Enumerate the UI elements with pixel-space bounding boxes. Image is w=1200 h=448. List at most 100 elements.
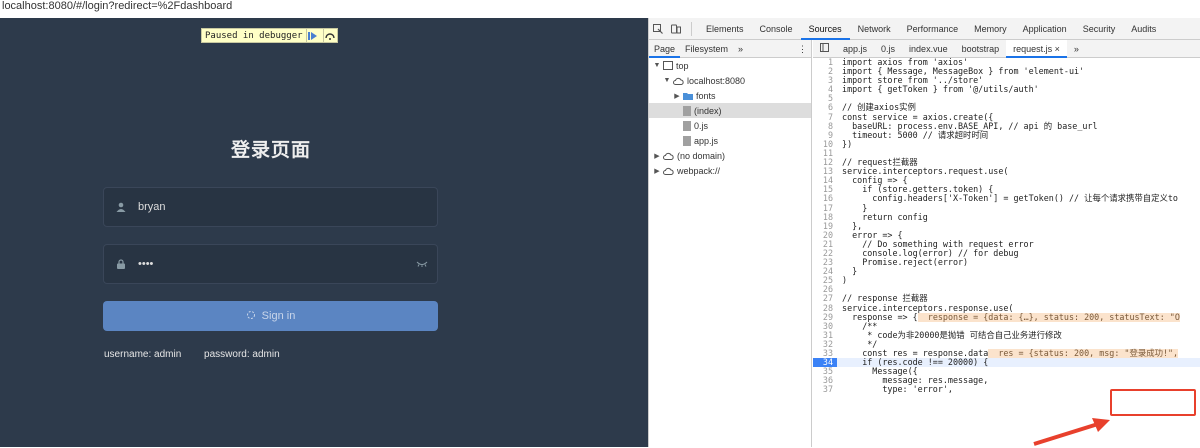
annotation-arrow-icon [1033,418,1110,446]
frame-icon [663,61,673,70]
more-files-button[interactable]: » [1067,40,1086,58]
password-value[interactable]: •••• [138,258,407,270]
tab-audits[interactable]: Audits [1123,18,1164,40]
editor-pane: app.js 0.js index.vue bootstrap request.… [813,39,1200,447]
devtools-toolbar: Elements Console Sources Network Perform… [649,18,1200,40]
code-line[interactable]: 24 } [813,267,1200,277]
navigator-pane: Page Filesystem » ⋮ ▼ top ▼ localhost:8080 ▶… [649,40,812,447]
cloud-icon [663,152,674,160]
file-tab-app-js[interactable]: app.js [836,40,874,58]
tip-username: username: admin [104,349,182,360]
username-value[interactable]: bryan [138,201,437,213]
tree-item-label: top [676,60,689,71]
login-page: Paused in debugger 登录页面 bryan •••• Sign … [0,18,648,447]
file-tree: ▼ top ▼ localhost:8080 ▶ fonts (index) 0.js app.… [649,58,811,178]
line-number[interactable]: 1 [813,58,837,68]
folder-icon [683,92,693,100]
line-number[interactable]: 37 [813,385,837,395]
file-icon [683,120,691,131]
toggle-navigator-icon[interactable] [813,40,836,58]
tree-item[interactable]: app.js [649,133,811,148]
loading-icon [246,310,256,323]
tip-password: password: admin [204,349,280,360]
toolbar-divider [691,21,692,36]
code-line[interactable]: 25 ) [813,276,1200,286]
line-number[interactable]: 8 [813,121,837,131]
file-tab-request-js[interactable]: request.js × [1006,39,1067,58]
tab-memory[interactable]: Memory [966,18,1015,40]
debugger-paused-banner: Paused in debugger [201,28,338,43]
code-line[interactable]: 23 Promise.reject(error) [813,257,1200,268]
debugger-paused-label: Paused in debugger [205,30,303,41]
tree-item-label: (no domain) [677,150,726,161]
sign-in-button[interactable]: Sign in [103,301,438,331]
sign-in-label: Sign in [261,310,296,322]
tab-filesystem[interactable]: Filesystem [680,40,733,58]
user-icon [104,202,138,212]
file-tab-index-vue[interactable]: index.vue [902,40,955,58]
code-line[interactable]: 16 config.headers['X-Token'] = getToken(… [813,194,1200,204]
collapsed-arrow-icon[interactable]: ▶ [653,167,661,175]
tree-item[interactable]: ▶ webpack:// [649,163,811,178]
line-number[interactable]: 2 [813,66,837,77]
tree-item-label: 0.js [694,120,709,131]
tree-item[interactable]: ▼ localhost:8080 [649,73,811,88]
tab-sources[interactable]: Sources [800,18,850,40]
code-line[interactable]: 9 timeout: 5000 // 请求超时时间 [813,129,1200,140]
code-line[interactable]: 18 return config [813,212,1200,222]
login-title: 登录页面 [230,140,311,161]
device-toggle-icon[interactable] [667,24,685,34]
file-icon [683,105,691,116]
code-line[interactable]: 4 import { getToken } from '@/utils/auth… [813,84,1200,95]
line-number[interactable]: 7 [813,112,837,122]
tab-page[interactable]: Page [649,40,681,58]
tree-item-label: localhost:8080 [687,75,746,86]
more-tabs-button[interactable]: » [733,40,748,58]
navigator-tabs: Page Filesystem » ⋮ [649,40,811,58]
tree-item[interactable]: (index) [649,103,811,118]
file-tab-0-js[interactable]: 0.js [874,40,902,58]
login-tips: username: admin password: admin [104,349,280,360]
eye-closed-icon[interactable] [407,261,437,267]
tab-application[interactable]: Application [1015,18,1075,40]
inspect-element-icon[interactable] [649,23,667,34]
code-line[interactable]: 10 }) [813,139,1200,149]
code-text: timeout: 5000 // 请求超时时间 [837,129,989,140]
address-bar[interactable]: localhost:8080/#/login?redirect=%2Fdashb… [0,0,1200,18]
highlight-annotation-box [1110,389,1196,416]
inline-value: response = {data: {…}, status: 200, stat… [917,311,1180,322]
collapsed-arrow-icon[interactable]: ▶ [673,92,681,100]
tab-console[interactable]: Console [752,18,801,40]
code-text: import { getToken } from '@/utils/auth' [837,84,1039,95]
tree-item[interactable]: 0.js [649,118,811,133]
tree-item[interactable]: ▼ top [649,58,811,73]
cloud-icon [673,77,684,85]
file-tab-bootstrap[interactable]: bootstrap [955,40,1007,58]
line-number[interactable]: 6 [813,103,837,113]
username-field[interactable]: bryan [103,187,438,227]
tab-performance[interactable]: Performance [899,18,967,40]
tree-item-label: (index) [694,105,722,116]
tree-item[interactable]: ▶ fonts [649,88,811,103]
lock-icon [104,259,138,269]
line-number[interactable]: 5 [813,94,837,104]
more-options-icon[interactable]: ⋮ [793,40,811,58]
tree-item[interactable]: ▶ (no domain) [649,148,811,163]
resume-icon[interactable] [305,29,320,42]
file-icon [683,135,691,146]
tab-elements[interactable]: Elements [698,18,752,40]
file-tabs: app.js 0.js index.vue bootstrap request.… [813,39,1200,58]
devtools-panel: Elements Console Sources Network Perform… [648,18,1200,447]
line-number[interactable]: 4 [813,85,837,95]
collapsed-arrow-icon[interactable]: ▶ [653,152,661,160]
tree-item-label: fonts [696,90,716,101]
password-field[interactable]: •••• [103,244,438,284]
tab-network[interactable]: Network [850,18,899,40]
line-number[interactable]: 3 [813,76,837,86]
code-text: type: 'error', [837,384,953,395]
expanded-arrow-icon[interactable]: ▼ [663,77,671,84]
cloud-icon [663,167,674,175]
expanded-arrow-icon[interactable]: ▼ [653,62,661,69]
tab-security[interactable]: Security [1075,18,1124,40]
step-over-icon[interactable] [322,29,337,42]
